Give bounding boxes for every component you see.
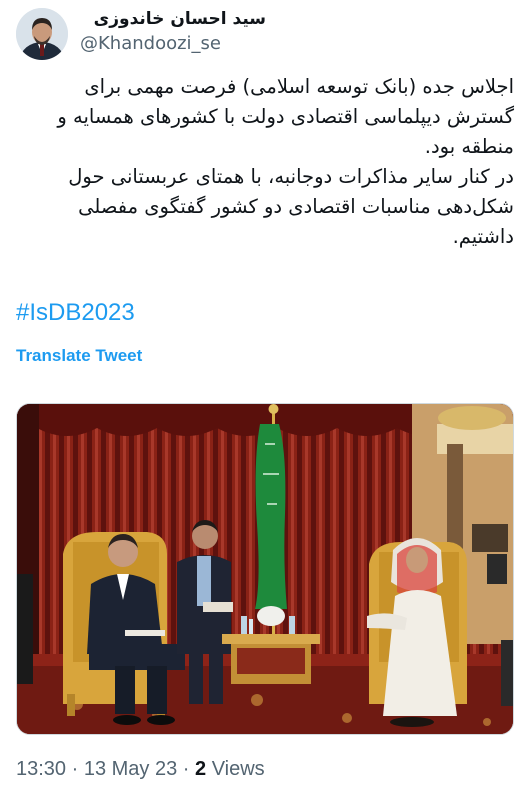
meta-separator: · — [66, 758, 84, 780]
hashtag-link[interactable]: #IsDB2023 — [16, 296, 135, 330]
views-label: Views — [206, 758, 265, 780]
meeting-photo-icon — [17, 404, 513, 734]
tweet-date[interactable]: 13 May 23 — [84, 758, 177, 780]
tweet-paragraph-1: اجلاس جده (بانک توسعه اسلامی) فرصت مهمی … — [57, 75, 514, 158]
meta-separator: · — [177, 758, 196, 780]
tweet-header: سید احسان خاندوزی @Khandoozi_se — [0, 0, 530, 68]
tweet-media[interactable] — [16, 403, 514, 735]
tweet-meta: 13:30 · 13 May 23 · 2 Views — [16, 754, 265, 784]
tweet-time[interactable]: 13:30 — [16, 758, 66, 780]
tweet-text: اجلاس جده (بانک توسعه اسلامی) فرصت مهمی … — [16, 72, 514, 252]
author-display-name[interactable]: سید احسان خاندوزی — [80, 6, 266, 32]
author-avatar[interactable] — [16, 8, 68, 60]
avatar-photo-icon — [16, 8, 68, 60]
author-handle[interactable]: @Khandoozi_se — [80, 32, 221, 56]
tweet-paragraph-2: در کنار سایر مذاکرات دوجانبه، با همتای ع… — [68, 165, 514, 248]
translate-tweet-link[interactable]: Translate Tweet — [16, 344, 142, 368]
views-count[interactable]: 2 — [195, 758, 206, 780]
